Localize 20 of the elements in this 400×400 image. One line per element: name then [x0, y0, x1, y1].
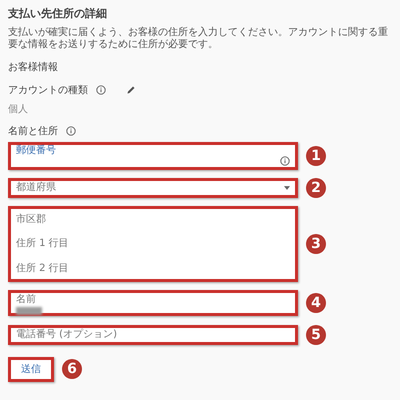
postal-code-field[interactable]: 郵便番号: [8, 142, 298, 170]
account-type-label: アカウントの種類: [8, 84, 88, 98]
address-input[interactable]: 住所 2 行目: [16, 260, 290, 276]
address-input[interactable]: 住所 1 行目: [16, 236, 290, 251]
phone-field[interactable]: 電話番号 (オプション): [8, 324, 298, 344]
name-field[interactable]: 名前: [8, 290, 298, 316]
section-heading: 名前と住所: [8, 124, 58, 138]
callout-number: 1: [306, 146, 326, 166]
callout-number: 5: [306, 324, 326, 344]
description-text: 支払いが確実に届くよう、お客様の住所を入力してください。アカウントに関する重要な情報をお送りするために住所が必要です。: [8, 26, 389, 52]
address-input[interactable]: 市区郡: [16, 212, 290, 226]
section-label: お客様情報: [8, 60, 59, 74]
account-type-value: 個人: [8, 102, 29, 116]
callout-number: 3: [306, 234, 326, 254]
prefecture-dropdown[interactable]: 都道府県: [8, 178, 298, 198]
page-title: 支払い先住所の詳細: [8, 6, 108, 22]
callout-number: 4: [306, 292, 326, 312]
callout-number: 6: [62, 359, 82, 379]
callout-number: 2: [306, 178, 326, 198]
submit-button[interactable]: 送信: [8, 356, 54, 382]
